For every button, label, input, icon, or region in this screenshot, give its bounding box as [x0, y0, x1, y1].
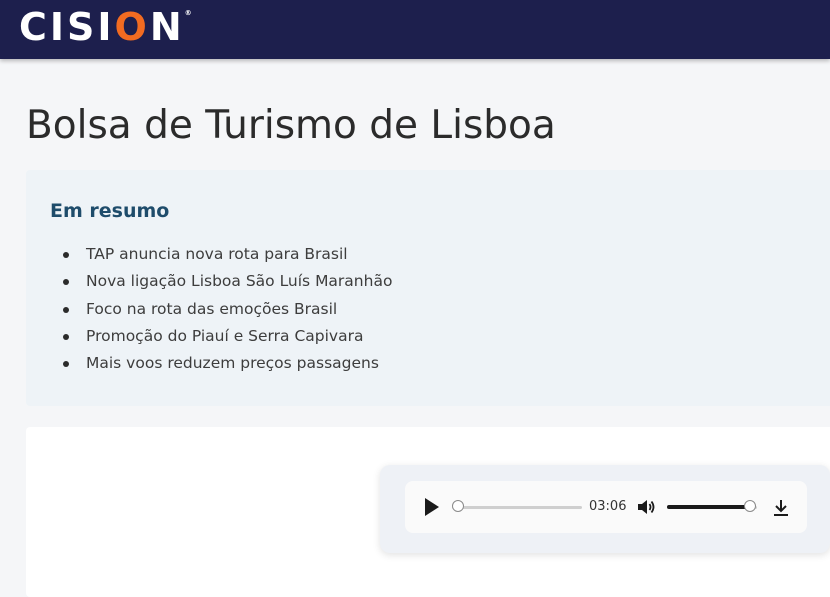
summary-item: Nova ligação Lisboa São Luís Maranhão — [63, 268, 393, 295]
logo-text-start: CISI — [19, 5, 115, 49]
top-navigation-bar: CISI O N ® — [0, 0, 830, 59]
time-display: 03:06 — [589, 499, 627, 514]
summary-box: Em resumo TAP anuncia nova rota para Bra… — [26, 170, 830, 406]
summary-item: Foco na rota das emoções Brasil — [63, 296, 392, 323]
bullet-icon — [63, 333, 69, 340]
summary-item-text: Nova ligação Lisboa São Luís Maranhão — [86, 272, 393, 291]
page-title: Bolsa de Turismo de Lisboa — [26, 103, 556, 148]
bullet-icon — [63, 361, 69, 368]
volume-level — [667, 505, 750, 509]
logo-trademark: ® — [184, 9, 192, 17]
logo-text-end: N — [149, 5, 185, 49]
download-button[interactable] — [772, 498, 790, 518]
summary-item: Mais voos reduzem preços passagens — [63, 350, 392, 377]
summary-item-text: TAP anuncia nova rota para Brasil — [86, 245, 348, 263]
volume-thumb[interactable] — [743, 500, 756, 512]
volume-slider[interactable] — [667, 500, 759, 514]
summary-item-text: Mais voos reduzem preços passagens — [86, 354, 379, 373]
download-icon — [774, 500, 788, 516]
summary-item: TAP anuncia nova rota para Brasil — [63, 241, 392, 268]
mute-button[interactable] — [636, 497, 656, 517]
seek-slider[interactable] — [452, 500, 582, 514]
summary-list: TAP anuncia nova rota para Brasil Nova l… — [63, 241, 393, 377]
summary-heading: Em resumo — [50, 200, 170, 222]
bullet-icon — [63, 252, 69, 258]
summary-item-text: Promoção do Piauí e Serra Capivara — [86, 326, 364, 345]
seek-track — [452, 506, 582, 509]
volume-icon — [638, 500, 655, 514]
play-button[interactable] — [422, 496, 442, 518]
bullet-icon — [63, 306, 69, 313]
seek-thumb[interactable] — [452, 500, 464, 512]
logo-text-accent: O — [114, 5, 150, 49]
bullet-icon — [63, 279, 69, 286]
summary-item: Promoção do Piauí e Serra Capivara — [63, 323, 392, 350]
cision-logo[interactable]: CISI O N ® — [19, 4, 192, 50]
summary-item-text: Foco na rota das emoções Brasil — [86, 299, 338, 318]
play-icon — [425, 498, 439, 516]
